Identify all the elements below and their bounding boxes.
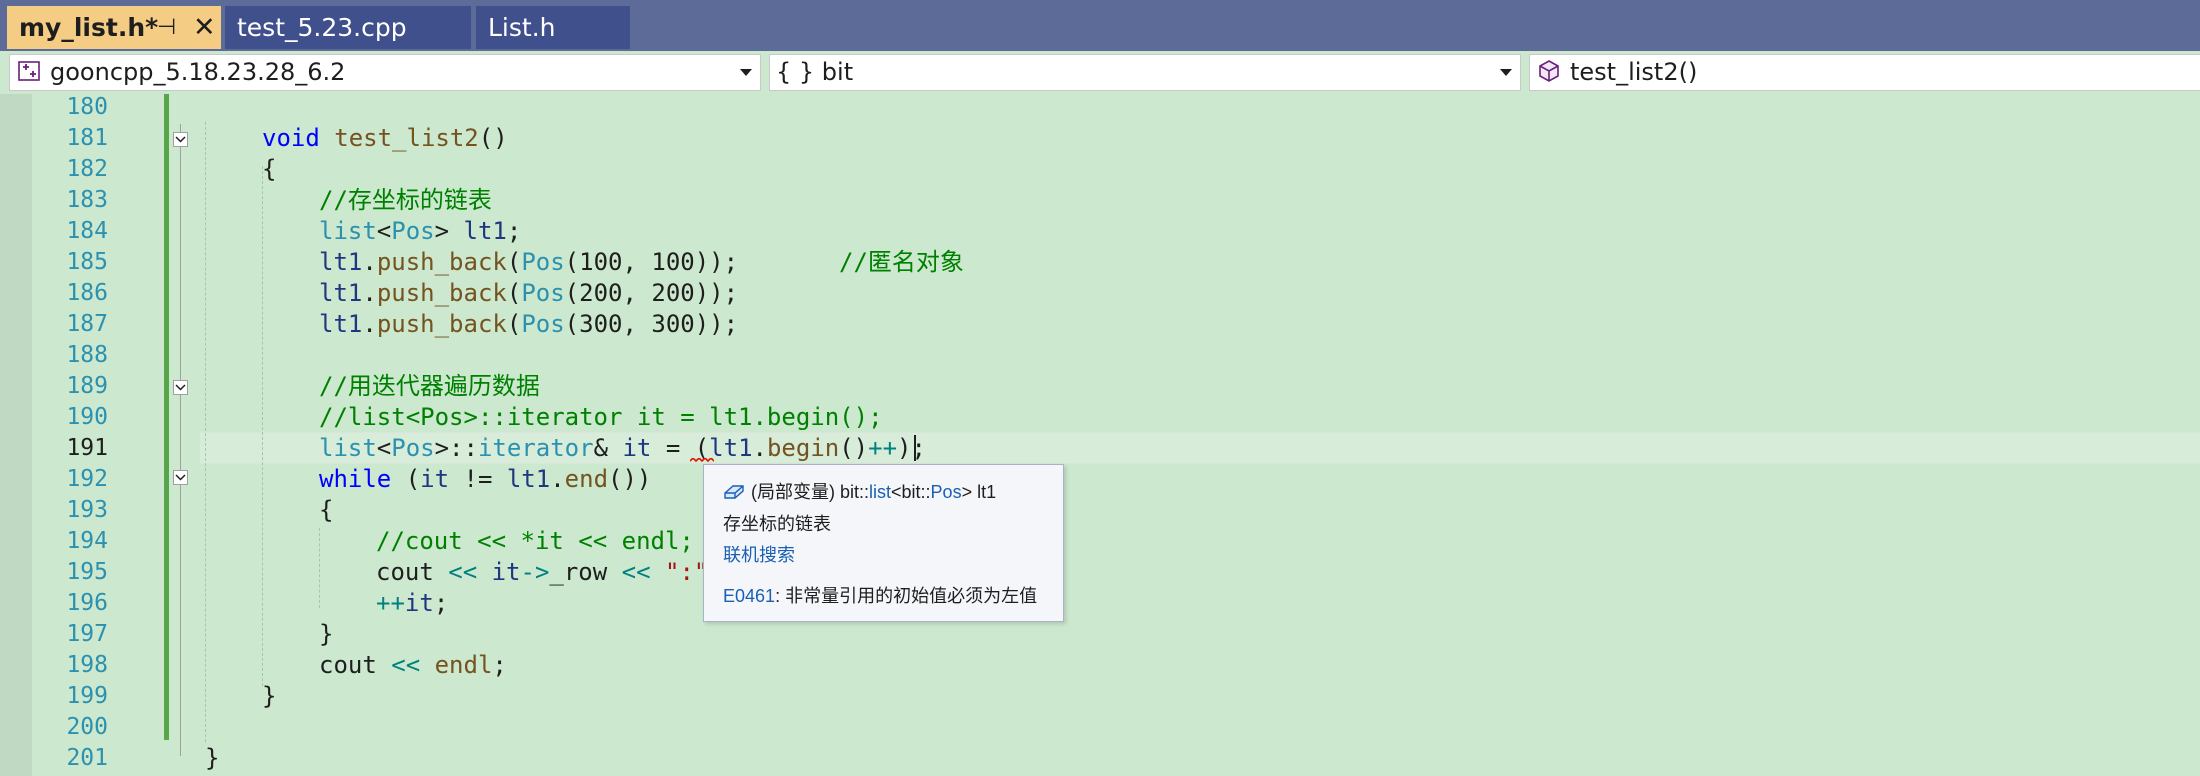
fold-collapse-icon[interactable] [173, 132, 188, 147]
code-line-198: cout << endl; [319, 651, 507, 679]
quick-info-tooltip: (局部变量) bit::list<bit::Pos> lt1 存坐标的链表 联机… [703, 464, 1064, 622]
line-number: 193 [66, 497, 108, 523]
line-number: 189 [66, 373, 108, 399]
scope-dropdown[interactable]: { } bit [769, 54, 1521, 91]
online-search-link[interactable]: 联机搜索 [723, 541, 795, 567]
indent-guide [262, 166, 263, 686]
member-name: test_list2() [1570, 58, 1698, 86]
indent-guide [319, 528, 320, 608]
code-line-190: //list<Pos>::iterator it = lt1.begin(); [319, 403, 883, 431]
code-line-184: list<Pos> lt1; [319, 217, 522, 245]
navigation-bar: gooncpp_5.18.23.28_6.2 { } bit test_list… [0, 51, 2200, 94]
line-number: 195 [66, 559, 108, 585]
indicator-margin [0, 94, 32, 776]
text-caret [914, 435, 916, 461]
tooltip-error: E0461: 非常量引用的初始值必须为左值 [723, 582, 1037, 608]
line-number: 188 [66, 342, 108, 368]
tooltip-description: 存坐标的链表 [723, 514, 831, 534]
tab-list-h[interactable]: List.h [476, 6, 630, 49]
project-dropdown[interactable]: gooncpp_5.18.23.28_6.2 [9, 54, 761, 91]
tooltip-declaration: (局部变量) bit::list<bit::Pos> lt1 [723, 478, 996, 504]
line-number: 190 [66, 404, 108, 430]
code-line-182: { [262, 155, 277, 183]
tab-label: List.h [488, 13, 556, 42]
line-number: 200 [66, 714, 108, 740]
line-number: 201 [66, 745, 108, 771]
line-number: 197 [66, 621, 108, 647]
change-tracking-bar [164, 94, 169, 740]
dropdown-arrow-icon[interactable] [1500, 69, 1512, 76]
line-number: 182 [66, 156, 108, 182]
code-line-201: } [205, 744, 220, 772]
code-line-197: } [319, 620, 334, 648]
code-line-185: lt1.push_back(Pos(100, 100)); [319, 248, 739, 276]
error-message: : 非常量引用的初始值必须为左值 [775, 586, 1038, 606]
fold-collapse-icon[interactable] [173, 380, 188, 395]
code-line-194: //cout << *it << endl; [376, 527, 694, 555]
cube-icon [1539, 60, 1559, 82]
code-line-187: lt1.push_back(Pos(300, 300)); [319, 310, 739, 338]
line-number: 181 [66, 125, 108, 151]
project-name: gooncpp_5.18.23.28_6.2 [50, 58, 346, 86]
tab-my-list-h[interactable]: my_list.h* ⊣ ✕ [7, 6, 221, 49]
document-tab-bar: my_list.h* ⊣ ✕ test_5.23.cpp List.h [0, 0, 2200, 51]
error-code-link[interactable]: E0461 [723, 586, 775, 606]
line-number: 194 [66, 528, 108, 554]
variable-icon [724, 485, 744, 499]
line-number: 198 [66, 652, 108, 678]
code-line-191: list<Pos>::iterator& it = (lt1.begin()++… [319, 434, 926, 462]
scope-name: { } bit [776, 58, 854, 86]
code-line-196: ++it; [376, 589, 449, 617]
line-number: 184 [66, 218, 108, 244]
line-number: 185 [66, 249, 108, 275]
code-line-186: lt1.push_back(Pos(200, 200)); [319, 279, 739, 307]
code-line-181: void test_list2() [262, 124, 508, 152]
line-number: 186 [66, 280, 108, 306]
fold-collapse-icon[interactable] [173, 470, 188, 485]
tab-test-5-23-cpp[interactable]: test_5.23.cpp [225, 6, 471, 49]
indent-guide [205, 122, 206, 742]
dropdown-arrow-icon[interactable] [740, 69, 752, 76]
line-number: 187 [66, 311, 108, 337]
line-number: 199 [66, 683, 108, 709]
code-comment-185: //匿名对象 [839, 248, 964, 276]
code-line-192: while (it != lt1.end()) [319, 465, 652, 493]
tab-label: test_5.23.cpp [237, 13, 407, 42]
close-icon[interactable]: ✕ [193, 6, 216, 49]
code-line-189: //用迭代器遍历数据 [319, 372, 540, 400]
line-number: 192 [66, 466, 108, 492]
tab-label: my_list.h* [19, 13, 159, 42]
pin-icon[interactable]: ⊣ [157, 6, 176, 49]
code-line-183: //存坐标的链表 [319, 186, 492, 214]
line-number: 183 [66, 187, 108, 213]
line-number-current: 191 [66, 435, 108, 461]
code-editor[interactable]: 180 181 182 183 184 185 186 187 188 189 … [0, 94, 2200, 776]
member-dropdown[interactable]: test_list2() [1529, 54, 2200, 91]
line-number: 196 [66, 590, 108, 616]
outline-line [180, 124, 181, 756]
line-number: 180 [66, 94, 108, 120]
project-icon [18, 61, 40, 81]
code-line-195: cout << it->_row << ":" [376, 558, 709, 586]
code-line-193: { [319, 496, 334, 524]
code-line-199: } [262, 682, 277, 710]
